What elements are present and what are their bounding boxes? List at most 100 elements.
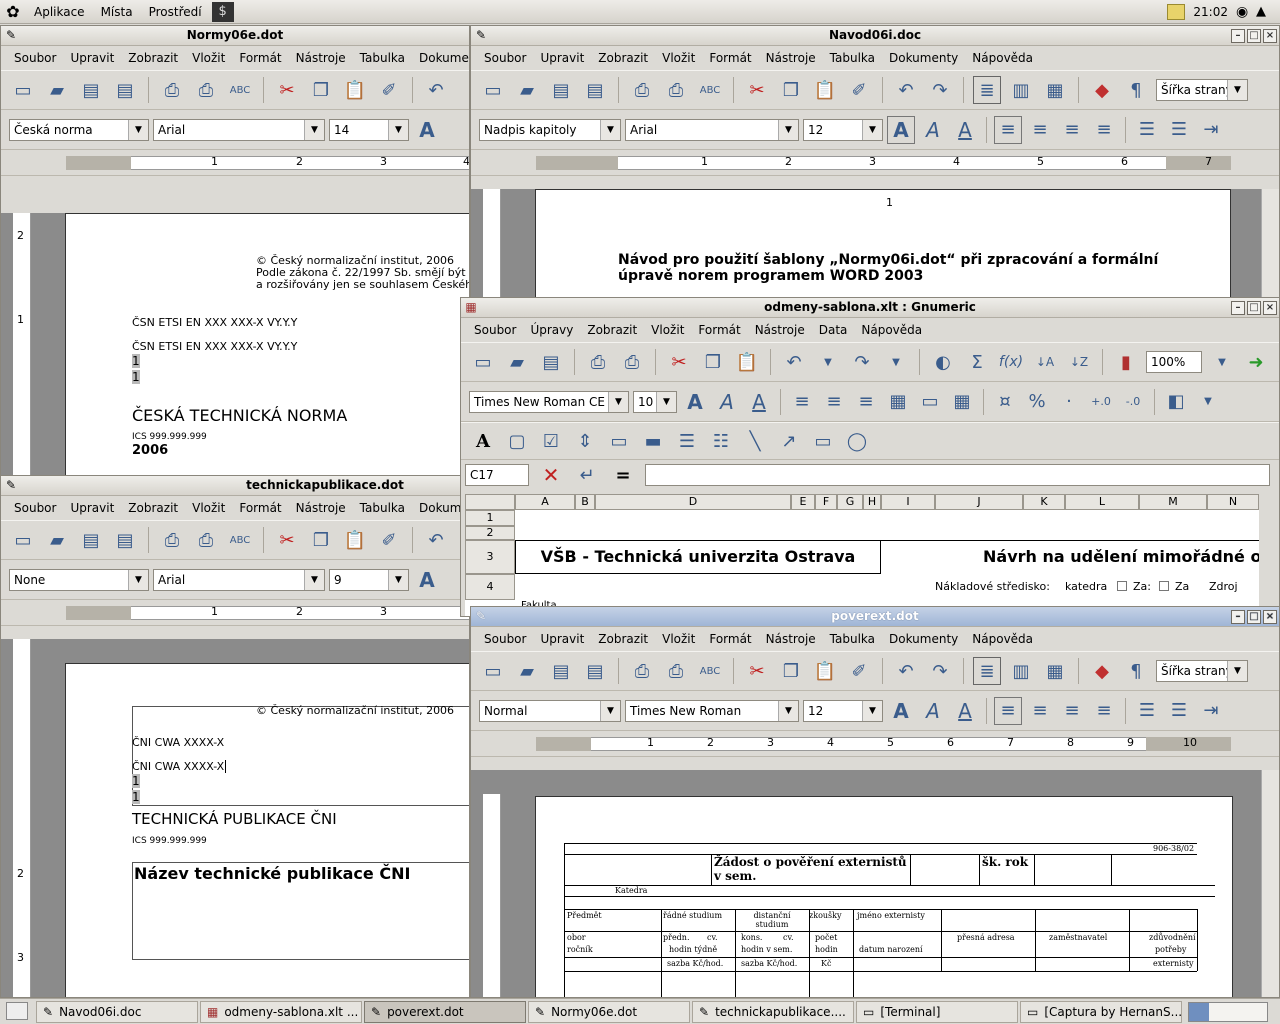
save-icon[interactable]: ▤ (547, 76, 575, 104)
menu-tools[interactable]: Nástroje (759, 632, 823, 646)
spellcheck-icon[interactable]: ABC (696, 76, 724, 104)
minimize-button[interactable]: – (1231, 301, 1245, 315)
undo-icon[interactable]: ↶ (892, 76, 920, 104)
insert-object-icon[interactable]: ◆ (1088, 657, 1116, 685)
list-icon[interactable]: ☰ (673, 427, 701, 455)
menu-help[interactable]: Nápověda (965, 632, 1040, 646)
frame-icon[interactable]: ▢ (503, 427, 531, 455)
menu-edit[interactable]: Upravit (63, 501, 121, 515)
menu-insert[interactable]: Vložit (655, 632, 702, 646)
spreadsheet-grid[interactable]: A B D E F G H I J K L M N 1 2 3 4 VŠB - … (465, 494, 1259, 616)
copy-icon[interactable]: ❐ (307, 526, 335, 554)
undo-icon[interactable]: ↶ (422, 76, 450, 104)
zoom-combo[interactable]: 100% (1146, 351, 1202, 373)
menu-tools[interactable]: Nástroje (289, 51, 353, 65)
col-d[interactable]: D (595, 494, 791, 510)
arrow-icon[interactable]: ↗ (775, 427, 803, 455)
insert-object-icon[interactable]: ◆ (1088, 76, 1116, 104)
cell-zdroj[interactable]: Zdroj (1209, 580, 1238, 593)
open-icon[interactable]: ▰ (503, 348, 531, 376)
page-view-icon[interactable]: ▥ (1007, 76, 1035, 104)
col-k[interactable]: K (1023, 494, 1065, 510)
menu-edit[interactable]: Upravit (533, 632, 591, 646)
style-combo[interactable]: None ▼ (9, 568, 149, 591)
menu-table[interactable]: Tabulka (823, 632, 882, 646)
task-terminal[interactable]: ▭ [Terminal] (856, 1000, 1018, 1023)
open-icon[interactable]: ▰ (513, 657, 541, 685)
numbering-icon[interactable]: ☰ (1133, 697, 1161, 725)
clock[interactable]: 21:02 (1193, 5, 1228, 19)
task-poverext[interactable]: ✎ poverext.dot (364, 1000, 526, 1023)
align-right-icon[interactable]: ≡ (852, 388, 880, 416)
new-icon[interactable]: ▭ (479, 657, 507, 685)
cell-reference-input[interactable]: C17 (465, 464, 529, 486)
sum-icon[interactable]: Σ (963, 348, 991, 376)
justify-icon[interactable]: ≡ (1090, 116, 1118, 144)
button-icon[interactable]: ▭ (605, 427, 633, 455)
underline-icon[interactable]: A (951, 116, 979, 144)
menu-view[interactable]: Zobrazit (121, 51, 185, 65)
new-icon[interactable]: ▭ (9, 76, 37, 104)
row-2[interactable]: 2 (465, 526, 515, 540)
thousands-icon[interactable]: · (1055, 388, 1083, 416)
cancel-icon[interactable]: ✕ (537, 461, 565, 489)
align-right-icon[interactable]: ≡ (1058, 116, 1086, 144)
redo-icon[interactable]: ↷ (926, 76, 954, 104)
layout-view-icon[interactable]: ▦ (1041, 76, 1069, 104)
maximize-button[interactable]: □ (1247, 610, 1261, 624)
style-combo[interactable]: Nadpis kapitoly ▼ (479, 118, 621, 141)
rectangle-icon[interactable]: ▭ (809, 427, 837, 455)
chart-icon[interactable]: ▮ (1112, 348, 1140, 376)
bullets-icon[interactable]: ☰ (1165, 116, 1193, 144)
menu-file[interactable]: Soubor (7, 501, 63, 515)
menu-view[interactable]: Zobrazit (591, 51, 655, 65)
style-combo[interactable]: Česká norma ▼ (9, 118, 149, 141)
bold-icon[interactable]: A (681, 388, 709, 416)
terminal-launcher-icon[interactable]: $ (211, 1, 234, 22)
numbering-icon[interactable]: ☰ (1133, 116, 1161, 144)
sort-ascending-icon[interactable]: ↓A (1031, 348, 1059, 376)
save-as-icon[interactable]: ▤ (581, 76, 609, 104)
pilcrow-icon[interactable]: ¶ (1122, 657, 1150, 685)
paste-icon[interactable]: 📋 (733, 348, 761, 376)
row-3[interactable]: 3 (465, 540, 515, 574)
menu-view[interactable]: Zobrazit (591, 632, 655, 646)
borders-dropdown-icon[interactable]: ▼ (1194, 388, 1222, 416)
accept-icon[interactable]: ↵ (573, 461, 601, 489)
task-navod[interactable]: ✎ Navod06i.doc (36, 1000, 198, 1023)
horizontal-ruler[interactable]: 1234567 (471, 150, 1279, 176)
pilcrow-icon[interactable]: ¶ (1122, 76, 1150, 104)
menu-format[interactable]: Formát (702, 632, 758, 646)
italic-icon[interactable]: A (919, 116, 947, 144)
sort-descending-icon[interactable]: ↓Z (1065, 348, 1093, 376)
network-icon[interactable]: ▲ (1256, 4, 1274, 19)
cut-icon[interactable]: ✂ (665, 348, 693, 376)
menu-documents[interactable]: Dokumenty (882, 632, 965, 646)
print-icon[interactable]: ⎙ (628, 657, 656, 685)
font-combo[interactable]: Arial ▼ (153, 118, 325, 141)
cut-icon[interactable]: ✂ (743, 657, 771, 685)
menu-insert[interactable]: Vložit (644, 323, 691, 337)
normal-view-icon[interactable]: ≣ (973, 76, 1001, 104)
bold-icon[interactable]: A (413, 116, 441, 144)
cell-katedra[interactable]: katedra (1065, 580, 1107, 593)
bold-icon[interactable]: A (413, 566, 441, 594)
font-combo[interactable]: Arial ▼ (153, 568, 325, 591)
menu-file[interactable]: Soubor (467, 323, 523, 337)
show-desktop-icon[interactable] (6, 1002, 28, 1020)
print-preview-icon[interactable]: ⎙ (192, 76, 220, 104)
checkbox-b[interactable] (1159, 581, 1169, 591)
scrollbar-icon[interactable]: ▬ (639, 427, 667, 455)
menu-system[interactable]: Prostředí (141, 0, 210, 24)
task-gnumeric[interactable]: ▦ odmeny-sablona.xlt ... (200, 1000, 362, 1023)
size-combo[interactable]: 12 ▼ (803, 699, 883, 722)
paste-icon[interactable]: 📋 (341, 76, 369, 104)
col-j[interactable]: J (935, 494, 1023, 510)
copy-icon[interactable]: ❐ (699, 348, 727, 376)
horizontal-ruler[interactable]: 123 (1, 600, 469, 626)
task-captura[interactable]: ▭ [Captura by HernanS... (1020, 1000, 1182, 1023)
cut-icon[interactable]: ✂ (273, 526, 301, 554)
save-as-icon[interactable]: ▤ (581, 657, 609, 685)
menu-insert[interactable]: Vložit (185, 51, 232, 65)
cell-navrh[interactable]: Návrh na udělení mimořádné od (881, 540, 1259, 574)
